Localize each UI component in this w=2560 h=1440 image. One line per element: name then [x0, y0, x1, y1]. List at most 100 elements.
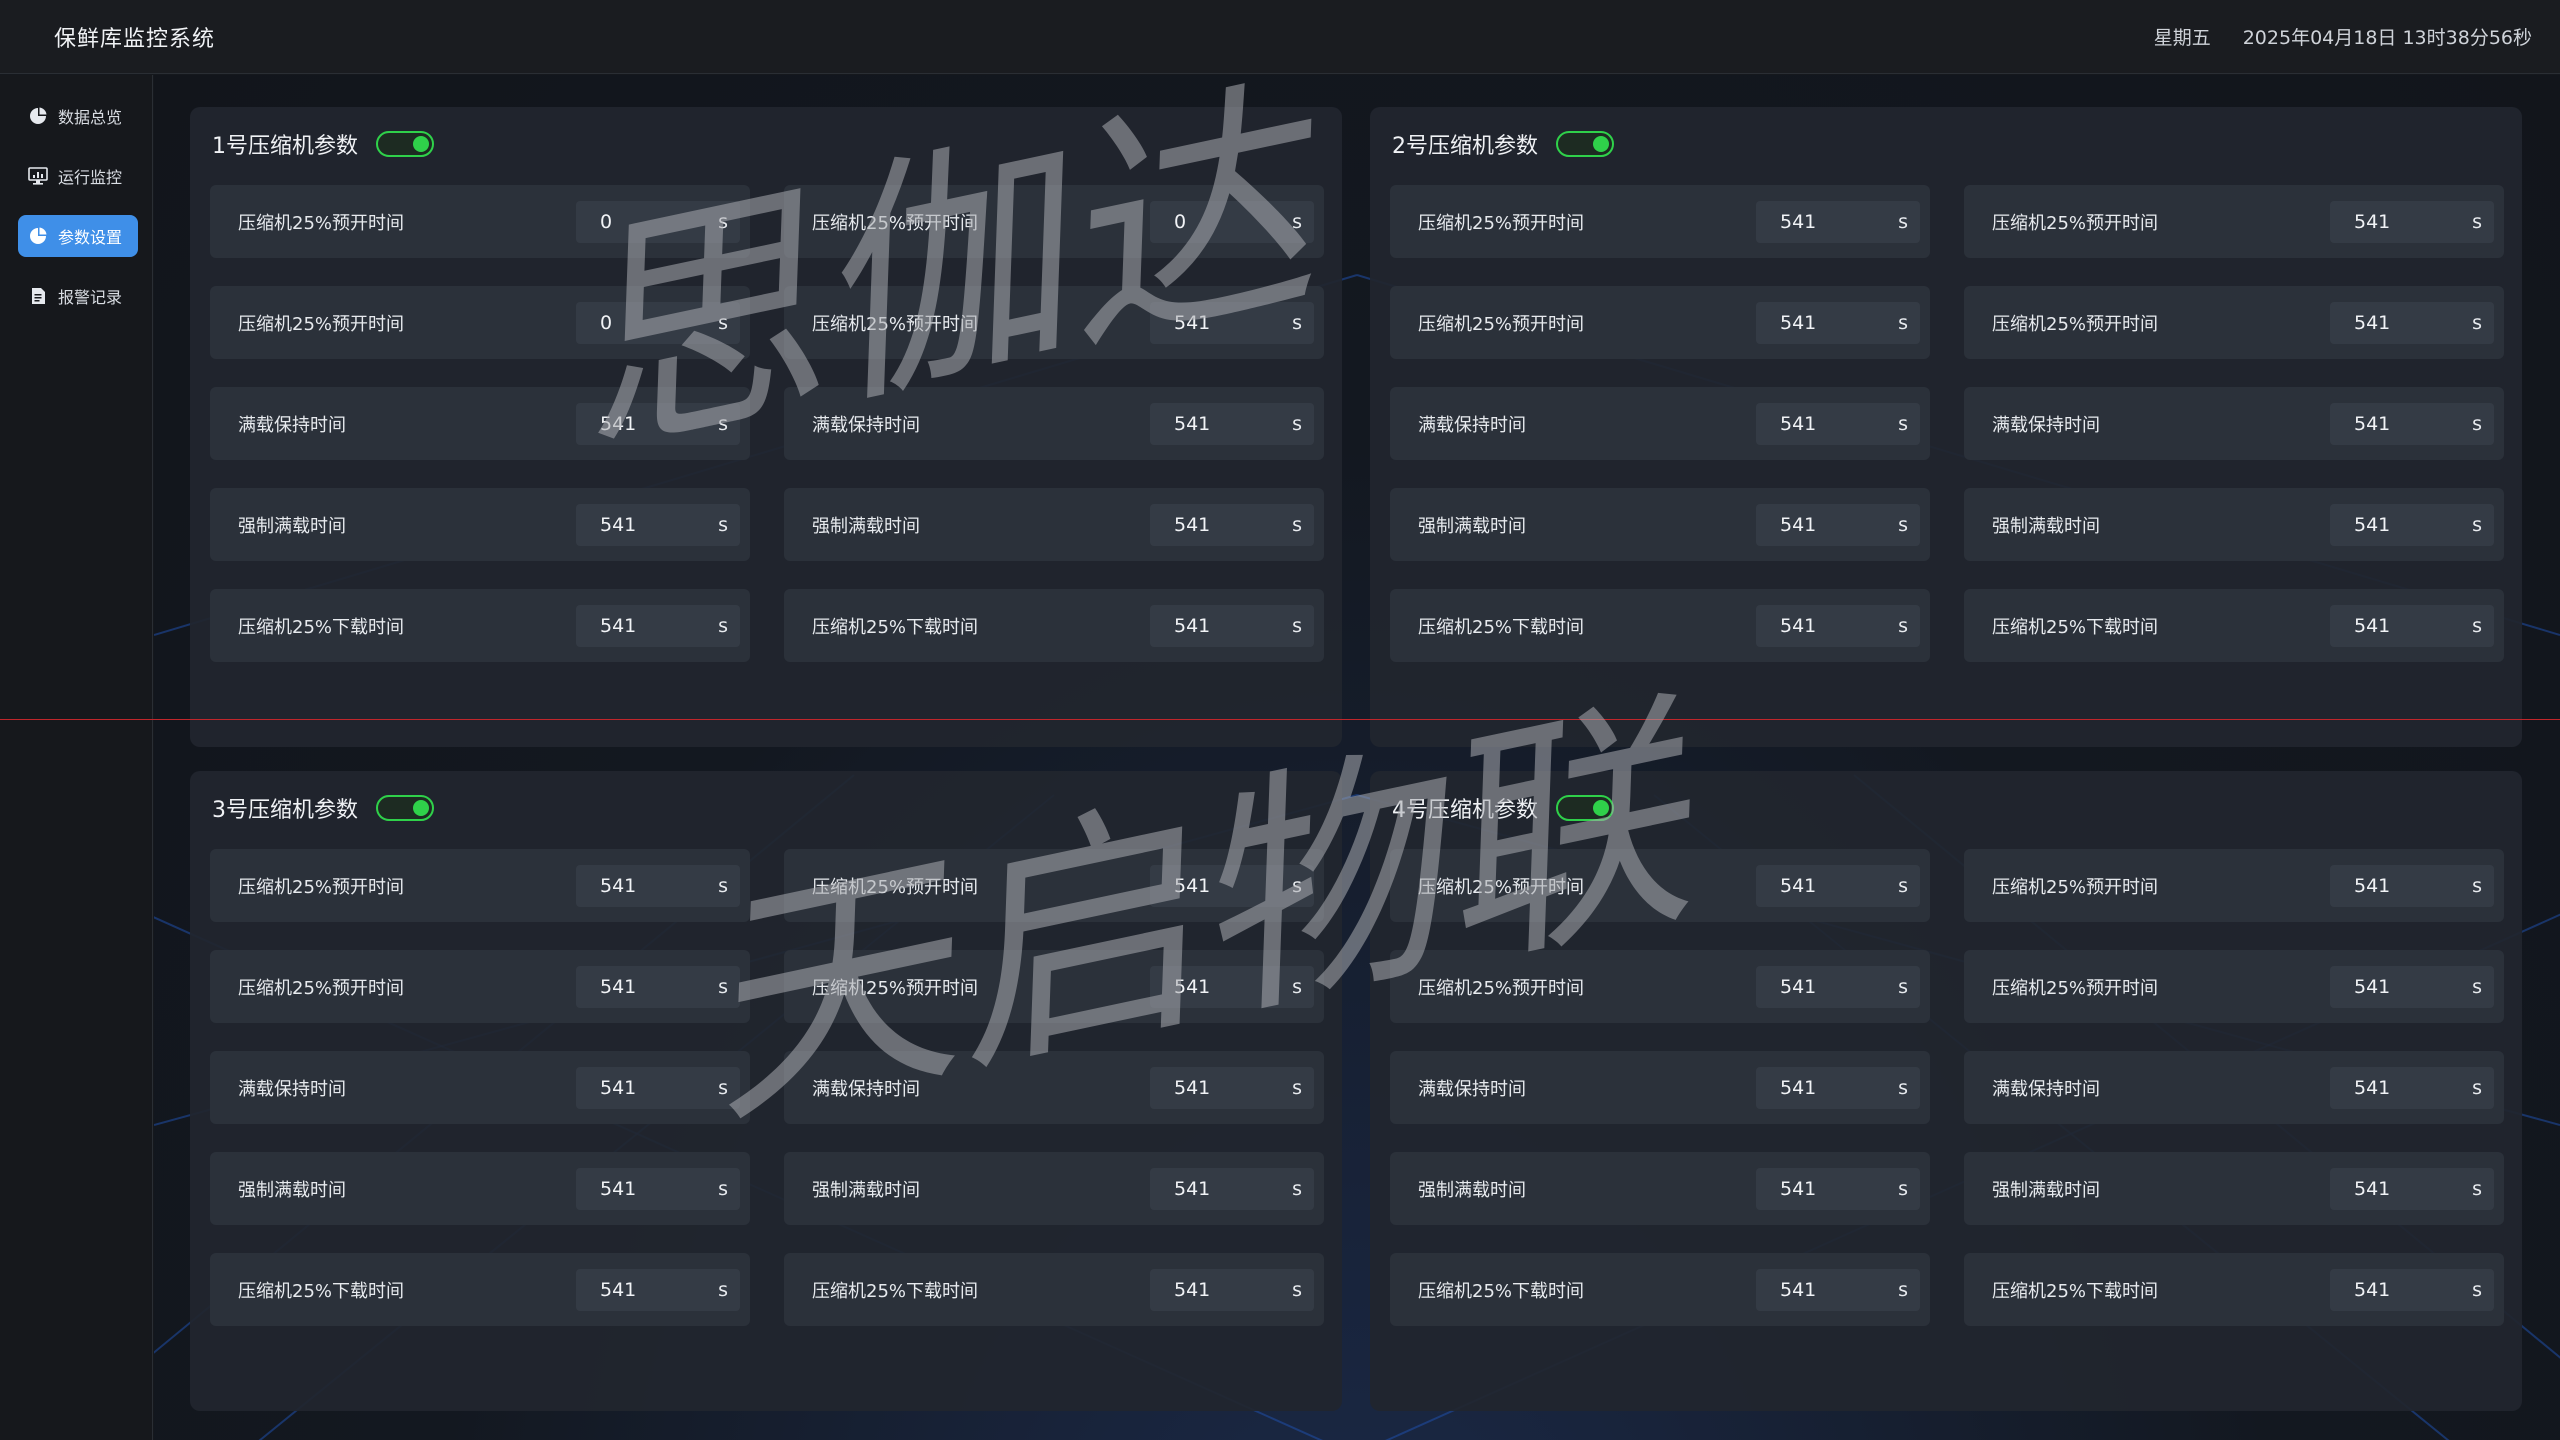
param-row: 满载保持时间 541 s: [210, 387, 750, 460]
param-value-input[interactable]: 541 s: [1150, 1066, 1314, 1109]
param-unit: s: [1292, 614, 1302, 637]
param-value: 541: [1174, 412, 1211, 435]
param-unit: s: [718, 1076, 728, 1099]
param-unit: s: [718, 1177, 728, 1200]
param-value-input[interactable]: 541 s: [2330, 402, 2494, 445]
param-label: 强制满载时间: [812, 515, 920, 537]
param-value-input[interactable]: 541 s: [1756, 402, 1920, 445]
param-row: 压缩机25%下载时间 541 s: [1964, 1253, 2504, 1326]
param-value-input[interactable]: 541 s: [2330, 503, 2494, 546]
param-value-input[interactable]: 541 s: [576, 1066, 740, 1109]
toggle-knob: [413, 136, 429, 152]
param-value-input[interactable]: 0s: [576, 200, 740, 243]
enable-toggle[interactable]: [1556, 131, 1614, 157]
param-value-input[interactable]: 541 s: [1756, 301, 1920, 344]
param-value: 541: [2354, 975, 2391, 998]
param-unit: s: [1898, 210, 1908, 233]
param-value-input[interactable]: 541 s: [2330, 864, 2494, 907]
param-value-input[interactable]: 541 s: [576, 864, 740, 907]
param-value-input[interactable]: 541 s: [1150, 604, 1314, 647]
param-row: 压缩机25%预开时间 541 s: [1390, 950, 1930, 1023]
param-value-input[interactable]: 541 s: [1756, 503, 1920, 546]
param-value-input[interactable]: 541 s: [1150, 1167, 1314, 1210]
param-value: 0: [1174, 210, 1187, 233]
param-row: 强制满载时间 541 s: [1390, 1152, 1930, 1225]
panel-header: 3号压缩机参数: [212, 785, 434, 831]
main-content: 1号压缩机参数 压缩机25%预开时间 0 s 压缩机25%预开时间 0 s 压缩机25%…: [154, 75, 2560, 1440]
sidebar-item-label: 数据总览: [58, 108, 123, 127]
param-label: 压缩机25%预开时间: [1992, 876, 2159, 898]
param-unit: s: [2472, 975, 2482, 998]
param-value-input[interactable]: 541 s: [576, 1167, 740, 1210]
panel-title: 4号压缩机参数: [1392, 798, 1538, 823]
sidebar: 数据总览 运行监控 参数设置 报警记录: [0, 75, 153, 1440]
param-value-input[interactable]: 541 s: [1150, 864, 1314, 907]
param-value: 0: [600, 311, 613, 334]
param-unit: s: [2472, 311, 2482, 334]
param-value-input[interactable]: 541 s: [1756, 200, 1920, 243]
param-value-input[interactable]: 541 s: [1756, 864, 1920, 907]
weekday-label: 星期五: [2153, 27, 2211, 49]
param-grid: 压缩机25%预开时间 0 s 压缩机25%预开时间 0 s 压缩机25%预开时间 0 s 压…: [210, 185, 1324, 662]
enable-toggle[interactable]: [1556, 795, 1614, 821]
param-value-input[interactable]: 541 s: [2330, 1066, 2494, 1109]
param-value-input[interactable]: 541 s: [1756, 965, 1920, 1008]
param-value: 541: [600, 513, 637, 536]
sidebar-item-alarm-records[interactable]: 报警记录: [18, 275, 138, 317]
param-value-input[interactable]: 541 s: [1150, 503, 1314, 546]
param-value-input[interactable]: 541 s: [1150, 965, 1314, 1008]
param-value: 541: [1780, 412, 1817, 435]
param-value-input[interactable]: 541 s: [2330, 301, 2494, 344]
param-value-input[interactable]: 541 s: [2330, 965, 2494, 1008]
param-value-input[interactable]: 541 s: [576, 503, 740, 546]
pie-chart-icon: [28, 226, 48, 246]
param-value-input[interactable]: 541 s: [2330, 200, 2494, 243]
param-value-input[interactable]: 541 s: [576, 402, 740, 445]
param-label: 压缩机25%预开时间: [238, 212, 405, 234]
param-label: 强制满载时间: [812, 1179, 920, 1201]
param-label: 压缩机25%预开时间: [238, 313, 405, 335]
compressor-panel-2: 2号压缩机参数 压缩机25%预开时间 541 s 压缩机25%预开时间 541 s 压缩…: [1370, 107, 2522, 747]
param-value-input[interactable]: 541 s: [1150, 1268, 1314, 1311]
param-value-input[interactable]: 541 s: [2330, 1167, 2494, 1210]
param-row: 压缩机25%预开时间 541 s: [784, 286, 1324, 359]
param-label: 压缩机25%预开时间: [1418, 212, 1585, 234]
param-row: 满载保持时间 541 s: [1390, 1051, 1930, 1124]
param-value: 541: [2354, 1076, 2391, 1099]
toggle-knob: [1593, 136, 1609, 152]
param-value-input[interactable]: 541 s: [576, 965, 740, 1008]
sidebar-item-run-monitor[interactable]: 运行监控: [18, 155, 138, 197]
param-value-input[interactable]: 541 s: [1150, 301, 1314, 344]
sidebar-item-data-overview[interactable]: 数据总览: [18, 95, 138, 137]
sidebar-item-param-settings[interactable]: 参数设置: [18, 215, 138, 257]
param-value: 541: [600, 412, 637, 435]
param-value-input[interactable]: 0s: [576, 301, 740, 344]
param-value-input[interactable]: 541 s: [2330, 1268, 2494, 1311]
param-value-input[interactable]: 541 s: [576, 604, 740, 647]
panel-header: 1号压缩机参数: [212, 121, 434, 167]
param-value-input[interactable]: 541 s: [1150, 402, 1314, 445]
param-unit: s: [2472, 614, 2482, 637]
param-value-input[interactable]: 0s: [1150, 200, 1314, 243]
param-value-input[interactable]: 541 s: [2330, 604, 2494, 647]
param-unit: s: [1292, 311, 1302, 334]
param-row: 满载保持时间 541 s: [210, 1051, 750, 1124]
param-value-input[interactable]: 541 s: [1756, 1066, 1920, 1109]
param-value-input[interactable]: 541 s: [1756, 1167, 1920, 1210]
param-label: 压缩机25%预开时间: [1992, 977, 2159, 999]
enable-toggle[interactable]: [376, 131, 434, 157]
param-label: 满载保持时间: [1992, 1078, 2100, 1100]
param-row: 强制满载时间 541 s: [1964, 1152, 2504, 1225]
param-value: 541: [600, 874, 637, 897]
app-title: 保鲜库监控系统: [54, 26, 216, 52]
param-value: 541: [600, 1177, 637, 1200]
enable-toggle[interactable]: [376, 795, 434, 821]
param-value-input[interactable]: 541 s: [1756, 604, 1920, 647]
param-value-input[interactable]: 541 s: [576, 1268, 740, 1311]
param-unit: s: [1292, 874, 1302, 897]
param-row: 强制满载时间 541 s: [210, 1152, 750, 1225]
param-value-input[interactable]: 541 s: [1756, 1268, 1920, 1311]
sidebar-item-label: 参数设置: [58, 228, 123, 247]
param-grid: 压缩机25%预开时间 541 s 压缩机25%预开时间 541 s 压缩机25%预开时间…: [210, 849, 1324, 1326]
param-value: 541: [600, 1076, 637, 1099]
